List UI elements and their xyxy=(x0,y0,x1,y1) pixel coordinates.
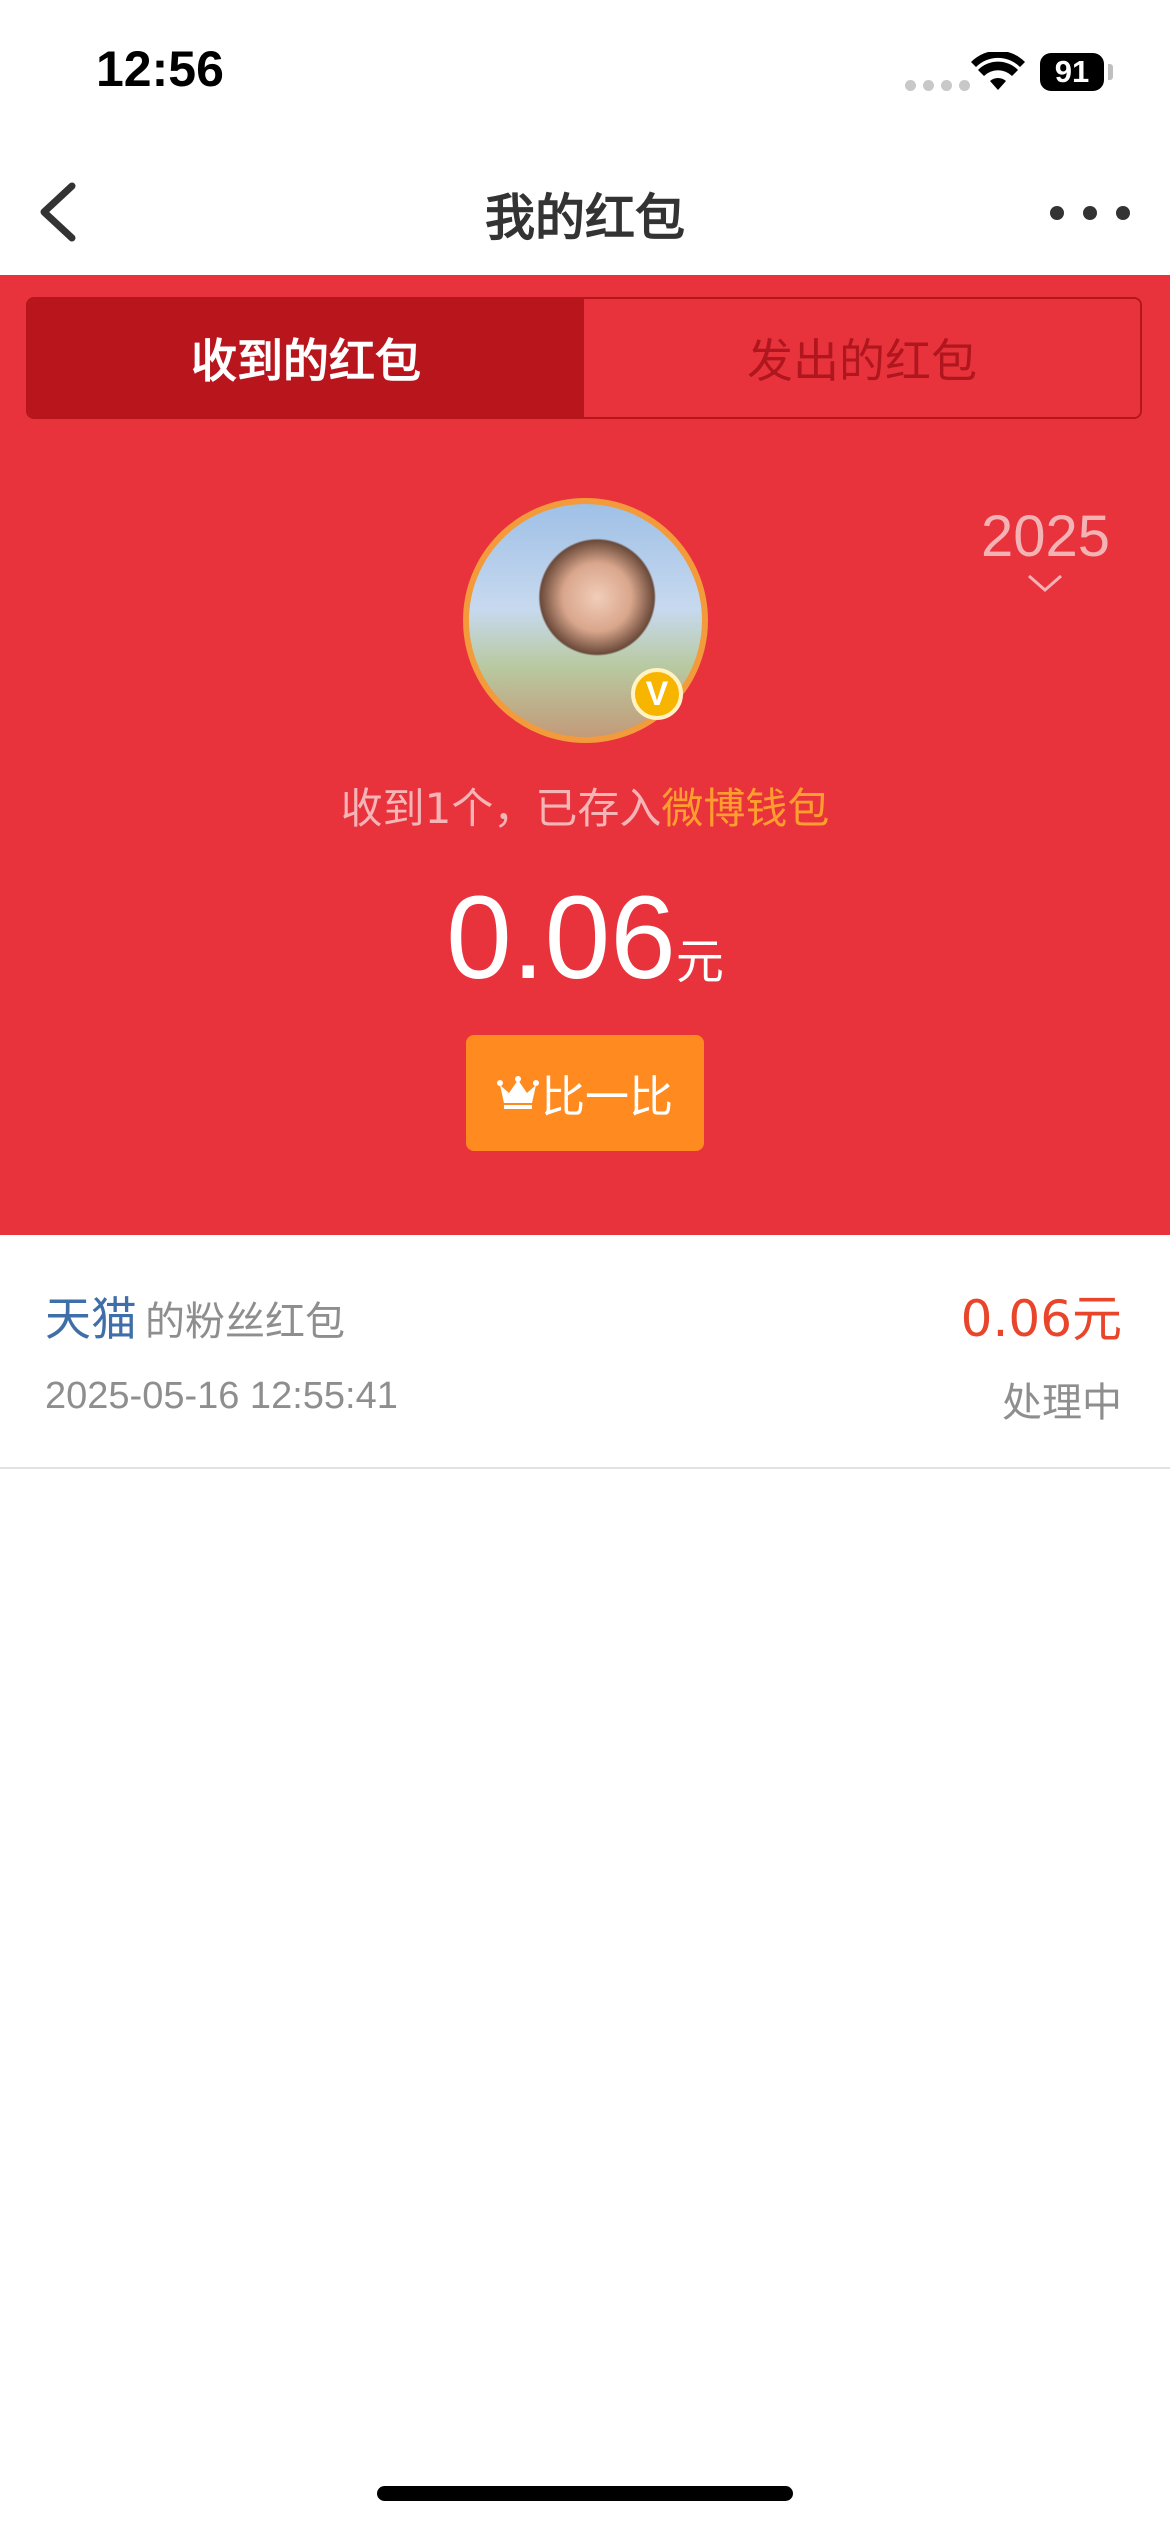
envelope-tabs: 收到的红包 发出的红包 xyxy=(26,297,1142,419)
record-time: 2025-05-16 12:55:41 xyxy=(45,1375,398,1417)
red-envelope-summary: 收到的红包 发出的红包 2025 V 收到1个，已存入微博钱包 0.06元 比一… xyxy=(0,275,1170,1235)
list-item[interactable]: 天猫 的粉丝红包 2025-05-16 12:55:41 0.06元 处理中 xyxy=(0,1235,1170,1469)
record-type: 的粉丝红包 xyxy=(145,1299,345,1345)
chevron-down-icon xyxy=(1028,574,1063,592)
total-amount: 0.06元 xyxy=(0,870,1170,1006)
year-value: 2025 xyxy=(980,504,1110,569)
avatar-container[interactable]: V xyxy=(463,498,708,743)
weibo-wallet-link[interactable]: 微博钱包 xyxy=(661,784,829,833)
record-status: 处理中 xyxy=(1002,1380,1122,1426)
home-indicator xyxy=(377,2486,793,2501)
amount-value: 0.06 xyxy=(446,872,676,1004)
status-bar: 12:56 91 xyxy=(0,0,1170,150)
battery-tip xyxy=(1108,64,1113,80)
received-text: 收到1个，已存入 xyxy=(340,784,662,833)
crown-icon xyxy=(497,1076,539,1109)
record-amount: 0.06元 xyxy=(960,1290,1122,1348)
compare-label: 比一比 xyxy=(541,1072,673,1123)
verified-badge-icon: V xyxy=(631,668,683,720)
record-sender[interactable]: 天猫 xyxy=(45,1292,137,1346)
wifi-icon xyxy=(971,52,1025,90)
ellipsis-icon[interactable] xyxy=(1050,190,1130,235)
record-sender-line: 天猫 的粉丝红包 xyxy=(45,1283,345,1349)
cellular-signal-icon xyxy=(905,80,970,91)
amount-unit: 元 xyxy=(675,934,724,990)
page-title: 我的红包 xyxy=(485,189,685,247)
battery-indicator: 91 xyxy=(1040,53,1104,91)
status-time: 12:56 xyxy=(96,41,224,97)
tab-sent[interactable]: 发出的红包 xyxy=(584,299,1140,417)
received-summary: 收到1个，已存入微博钱包 xyxy=(0,775,1170,836)
year-selector[interactable]: 2025 xyxy=(981,503,1110,594)
nav-bar: 我的红包 xyxy=(0,150,1170,275)
tab-received[interactable]: 收到的红包 xyxy=(28,299,584,417)
compare-button[interactable]: 比一比 xyxy=(466,1035,704,1151)
